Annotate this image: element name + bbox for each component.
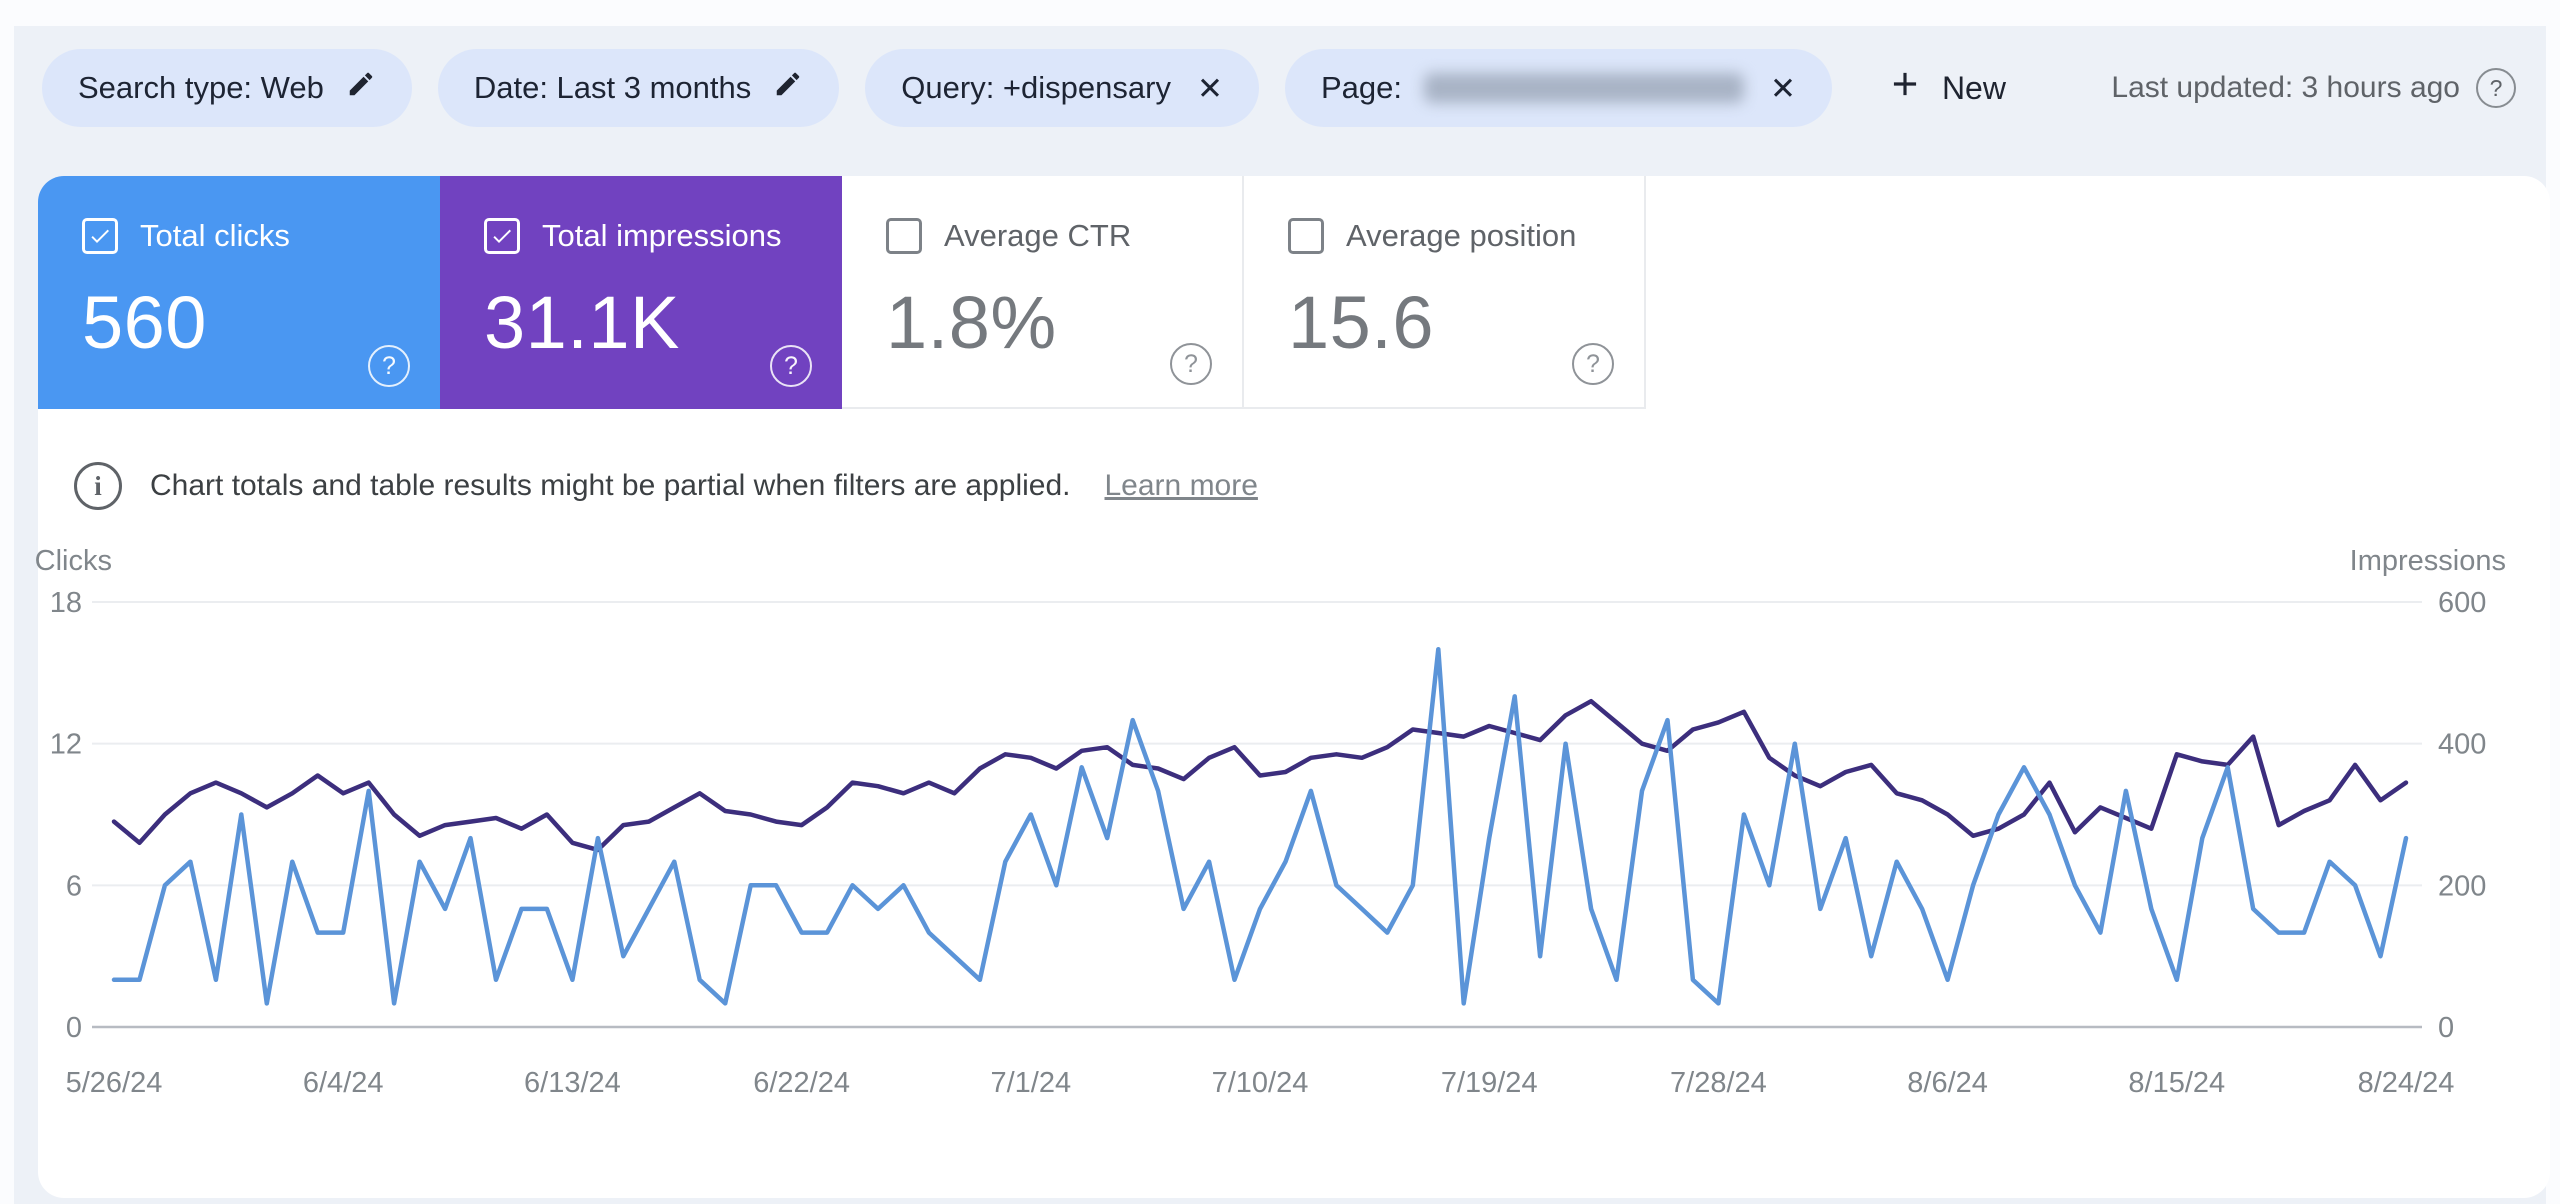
filter-bar: Search type: Web Date: Last 3 months Que… — [42, 48, 2516, 128]
new-filter-button[interactable]: New — [1886, 65, 2006, 111]
edit-icon[interactable] — [773, 69, 803, 107]
gsc-performance-page: Search type: Web Date: Last 3 months Que… — [0, 0, 2560, 1204]
metric-card-header: Average CTR — [886, 218, 1242, 254]
content-background: Search type: Web Date: Last 3 months Que… — [14, 26, 2550, 1204]
info-banner: i Chart totals and table results might b… — [74, 462, 1258, 510]
checkbox-checked-icon[interactable] — [484, 218, 520, 254]
report-card: Total clicks 560 ? Total impressions 31.… — [38, 176, 2550, 1198]
filter-chip-query[interactable]: Query: +dispensary ✕ — [865, 49, 1259, 127]
metric-card-header: Average position — [1288, 218, 1644, 254]
plus-icon — [1886, 65, 1924, 111]
last-updated-status: Last updated: 3 hours ago ? — [2111, 68, 2516, 108]
help-icon[interactable]: ? — [1572, 343, 1614, 385]
last-updated-text: Last updated: 3 hours ago — [2111, 71, 2460, 104]
metric-card-header: Total impressions — [484, 218, 842, 254]
redacted-page-url — [1423, 73, 1744, 103]
edit-icon[interactable] — [346, 69, 376, 107]
filter-chip-label: Date: Last 3 months — [473, 70, 752, 105]
checkbox-unchecked-icon[interactable] — [1288, 218, 1324, 254]
filter-chip-date[interactable]: Date: Last 3 months — [437, 49, 840, 127]
learn-more-link[interactable]: Learn more — [1105, 469, 1258, 503]
info-banner-text: Chart totals and table results might be … — [150, 469, 1071, 502]
filter-chip-label: Search type: Web — [78, 70, 324, 105]
metric-card-total-impressions[interactable]: Total impressions 31.1K ? — [440, 176, 842, 409]
metric-card-header: Total clicks — [82, 218, 440, 254]
close-icon[interactable]: ✕ — [1193, 73, 1223, 104]
info-icon: i — [74, 462, 122, 510]
metric-cards-row: Total clicks 560 ? Total impressions 31.… — [38, 176, 1646, 409]
filter-chip-search-type[interactable]: Search type: Web — [42, 49, 412, 127]
checkbox-unchecked-icon[interactable] — [886, 218, 922, 254]
help-icon[interactable]: ? — [770, 345, 812, 387]
help-icon[interactable]: ? — [1170, 343, 1212, 385]
filter-chip-page[interactable]: Page: ✕ — [1284, 49, 1832, 127]
close-icon[interactable]: ✕ — [1766, 73, 1796, 104]
metric-label: Total impressions — [542, 218, 782, 253]
metric-card-average-ctr[interactable]: Average CTR 1.8% ? — [842, 176, 1244, 409]
new-filter-label: New — [1941, 69, 2006, 106]
metric-label: Total clicks — [140, 218, 290, 253]
metric-card-total-clicks[interactable]: Total clicks 560 ? — [38, 176, 440, 409]
filter-chip-label: Page: — [1320, 70, 1402, 105]
metric-card-average-position[interactable]: Average position 15.6 ? — [1244, 176, 1646, 409]
help-icon[interactable]: ? — [368, 345, 410, 387]
filter-chip-label: Query: +dispensary — [901, 70, 1171, 105]
metric-label: Average CTR — [944, 218, 1132, 253]
help-icon[interactable]: ? — [2476, 68, 2516, 108]
metric-label: Average position — [1346, 218, 1577, 253]
checkbox-checked-icon[interactable] — [82, 218, 118, 254]
